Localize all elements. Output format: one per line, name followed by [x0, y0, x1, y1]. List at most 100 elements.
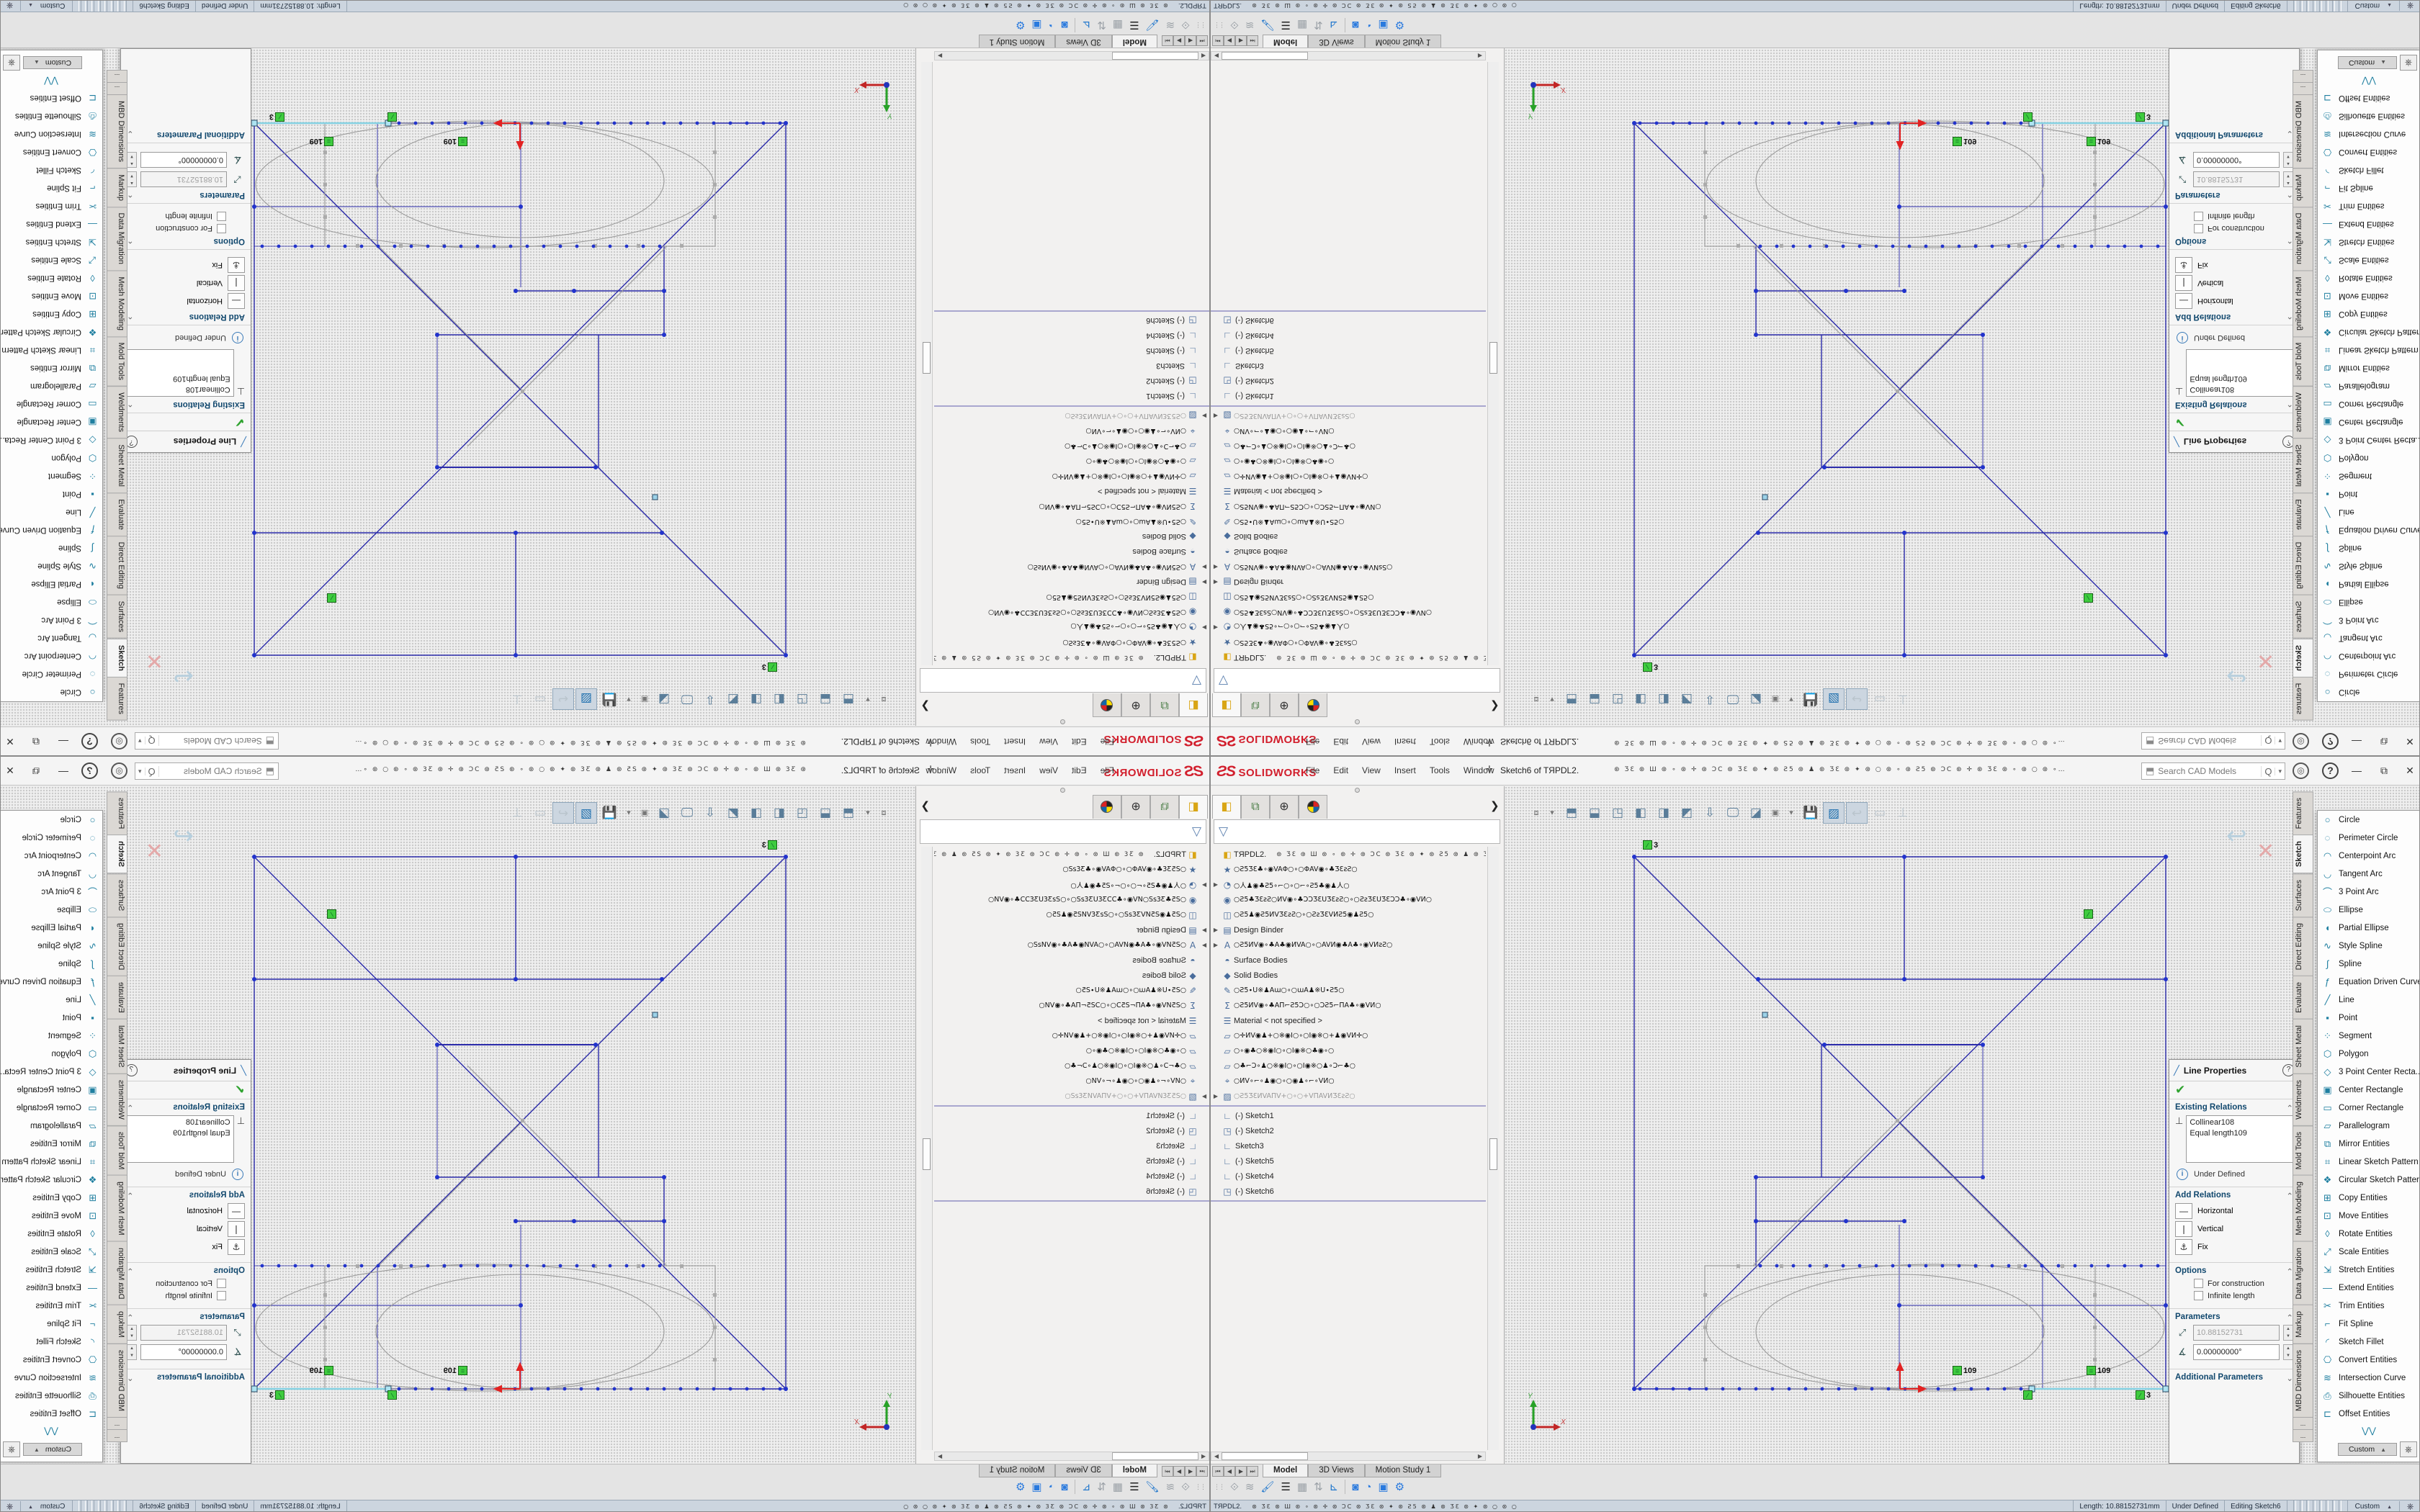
flyout-item[interactable]: ⬡ Polygon	[0, 449, 102, 467]
flyout-item[interactable]: ⁘ Segment	[0, 1027, 102, 1045]
tree-item[interactable]: ▱ ○∘◉♣○※◉I○∘○I◉※○♣◉∘○	[1211, 1043, 1486, 1058]
flyout-item[interactable]: ○ Circle	[0, 811, 102, 829]
scrollbar-thumb[interactable]	[1489, 342, 1497, 374]
flyout-item[interactable]: ƒ Equation Driven Curve	[2318, 973, 2420, 991]
flyout-item[interactable]: ⌐ Fit Spline	[0, 1315, 102, 1333]
tree-item[interactable]: ◆ Solid Bodies	[1211, 968, 1486, 983]
filmstrip-icon[interactable]: ▦	[1113, 1480, 1123, 1493]
panel-collapse-chevron[interactable]: ❯	[1490, 700, 1500, 713]
clock-icon[interactable]: ◔	[1365, 19, 1371, 32]
checkbox[interactable]	[2194, 212, 2203, 221]
ok-button[interactable]: ✔	[2169, 413, 2299, 431]
tree-item[interactable]: ⌖ ○ИV∘⌐∘♟◉○∘○◉♟∘⌐∘VИ○	[934, 423, 1209, 438]
rollback-divider[interactable]	[1211, 1200, 1486, 1202]
flyout-item[interactable]: ⇲ Stretch Entities	[0, 233, 102, 251]
flyout-item[interactable]: ⎙ Silhouette Entities	[0, 1387, 102, 1405]
toolbar-custom-selector[interactable]: Custom▲	[23, 56, 82, 69]
tree-item-sketch[interactable]: ∟ (-) Sketch5	[1211, 1153, 1486, 1169]
flyout-item[interactable]: ⊡ Move Entities	[2318, 287, 2420, 305]
flyout-item[interactable]: ⌒ 3 Point Arc	[0, 883, 102, 901]
model-tab[interactable]: Motion Study 1	[1365, 35, 1442, 48]
tree-horizontal-scrollbar[interactable]: ◀ ▶	[934, 1452, 1209, 1461]
relation-entry[interactable]: Collinear108	[2190, 1117, 2290, 1128]
tree-item-sketch[interactable]: ◳ (-) Sketch6	[1211, 313, 1486, 328]
tree-item[interactable]: ▱ ○✛ИV◉♟+○※◉I○∘○I◉※○+♟◉VИ✛○	[1211, 469, 1486, 484]
tab-configuration-manager[interactable]: ⊕	[1121, 693, 1150, 717]
flyout-more-icon[interactable]: ⋁⋁	[2318, 1426, 2420, 1436]
command-tab[interactable]: Weldments	[107, 1074, 127, 1126]
command-tab[interactable]: Direct Editing	[107, 917, 127, 976]
expand-arrow-icon[interactable]: ▶	[1211, 927, 1221, 933]
menu-item[interactable]: Tools	[970, 765, 990, 775]
camera-icon[interactable]: ◙	[1352, 1481, 1358, 1493]
spinner[interactable]: ▲▼	[127, 1325, 137, 1341]
option-checkbox-row[interactable]: For construction	[2194, 1279, 2293, 1288]
tree-root[interactable]: ◧ TЯPDL2. ⊛ ƷƐ ⊛ Ш ⊛ ∘ ⊛ ✛ ⊛ ƆC ⊛ ƷƐ ⊛ ✦…	[1211, 650, 1486, 665]
flyout-item[interactable]: ⧉ Mirror Entities	[0, 359, 102, 377]
tree-item[interactable]: ◓ Surface Bodies	[934, 544, 1209, 559]
flyout-item[interactable]: ▪ Point	[0, 485, 102, 503]
panel-collapse-chevron[interactable]: ❯	[920, 700, 930, 713]
user-avatar[interactable]: ◎	[2293, 733, 2309, 750]
search-icon[interactable]: Q	[145, 766, 159, 777]
unit-system-selector[interactable]: Custom▲	[2347, 0, 2399, 12]
tree-item[interactable]: ▶ ▤ Design Binder	[934, 575, 1209, 590]
key-icon[interactable]: ⇅	[1314, 19, 1323, 32]
tab-nav-button[interactable]: ⏭	[1247, 35, 1258, 46]
gear-icon[interactable]: ⚙	[1016, 19, 1025, 32]
tree-item[interactable]: ✎ ○Ƨ5∙U※♟Aɯ○∘○ɯA♟※U∙Ƨ5○	[1211, 983, 1486, 998]
parameter-input[interactable]: 0.00000000°	[140, 1344, 227, 1360]
flyout-item[interactable]: ╱ Line	[2318, 991, 2420, 1009]
tab-configuration-manager[interactable]: ⊕	[1121, 795, 1150, 819]
relation-badge[interactable]: ∕3	[1643, 840, 1652, 850]
filmstrip-icon[interactable]: ▦	[1297, 1480, 1307, 1493]
motion-icon[interactable]: ≋	[1245, 1480, 1255, 1493]
command-tab[interactable]: ...	[2293, 1417, 2313, 1430]
tree-item-sketch[interactable]: ∟ Sketch3	[1211, 359, 1486, 374]
tab-display-manager[interactable]	[1093, 693, 1121, 717]
motion-icon[interactable]: ≋	[1166, 19, 1175, 32]
model-tab[interactable]: Model	[1263, 1464, 1308, 1477]
command-tab[interactable]: Markup	[2293, 168, 2313, 207]
flyout-item[interactable]: ⌗ Linear Sketch Pattern	[0, 341, 102, 359]
model-tab[interactable]: Model	[1263, 35, 1308, 48]
stamp-icon[interactable]: ⎈	[2400, 55, 2417, 71]
filmstrip-icon[interactable]: ▦	[1297, 19, 1307, 32]
relation-badge[interactable]: =109	[2087, 1366, 2096, 1375]
command-tab[interactable]: Mold Tools	[2293, 336, 2313, 387]
menu-item[interactable]: File	[1306, 765, 1319, 775]
search-dropdown-icon[interactable]: ▾	[2275, 737, 2285, 745]
command-tab[interactable]: Data Migration	[107, 207, 127, 271]
relation-button[interactable]: —	[2175, 1203, 2192, 1219]
relation-button[interactable]: ❘	[2175, 1221, 2192, 1237]
flyout-item[interactable]: ⌒ 3 Point Arc	[2318, 611, 2420, 629]
flyout-item[interactable]: ✂ Trim Entities	[2318, 1297, 2420, 1315]
tree-item-sketch[interactable]: ∟ Sketch3	[1211, 1138, 1486, 1153]
flyout-more-icon[interactable]: ⋁⋁	[0, 1426, 102, 1436]
command-tab[interactable]: Features	[2293, 677, 2313, 721]
flyout-item[interactable]: ⬡ Polygon	[0, 1045, 102, 1063]
flyout-item[interactable]: ⊞ Copy Entities	[0, 305, 102, 323]
minimize-button[interactable]: —	[51, 761, 76, 780]
tree-item[interactable]: ★ ○Ƨ5ƷƐ♣∘◉VAΦ○∘○ΦAV◉∘♣ƷƐƨƧ○	[1211, 862, 1486, 877]
command-tab[interactable]: Mesh Modeling	[2293, 270, 2313, 337]
tree-item[interactable]: Σ ○Ƨ5ИV◉∘♣AΠ⌐Ƨ5Ɔ○∘○ƆƧ5⌐ΠA♣∘◉VИ○	[1211, 998, 1486, 1013]
flyout-item[interactable]: ▣ Center Rectangle	[2318, 1081, 2420, 1099]
relation-entry[interactable]: Collinear108	[130, 384, 230, 395]
command-tab[interactable]: ...	[2293, 70, 2313, 83]
checkbox[interactable]	[217, 1279, 226, 1288]
tab-featuremanager-tree[interactable]: ◧	[1212, 795, 1241, 819]
option-checkbox-row[interactable]: Infinite length	[127, 212, 226, 221]
command-tab[interactable]: Data Migration	[107, 1241, 127, 1306]
scroll-left-icon[interactable]: ◀	[1198, 1452, 1209, 1460]
maximize-button[interactable]: ⧉	[24, 761, 48, 780]
tree-item-sketch[interactable]: ∟ (-) Sketch1	[934, 389, 1209, 404]
command-tab[interactable]: Sketch	[107, 834, 127, 873]
camera-icon[interactable]: ◙	[1062, 19, 1068, 32]
spinner[interactable]: ▲▼	[127, 152, 137, 168]
relation-badge[interactable]: ∕3	[2136, 1390, 2145, 1400]
tree-item[interactable]: ▶ ◔ ○人♟◉♣Ƨ5∘⌐○∘○⌐∘Ƨ5♣◉♟人○	[1211, 620, 1486, 635]
tree-item[interactable]: ◓ Surface Bodies	[934, 953, 1209, 968]
command-tab[interactable]: MBD Dimensions	[107, 94, 127, 168]
flyout-item[interactable]: ◌ Perimeter Circle	[2318, 665, 2420, 683]
